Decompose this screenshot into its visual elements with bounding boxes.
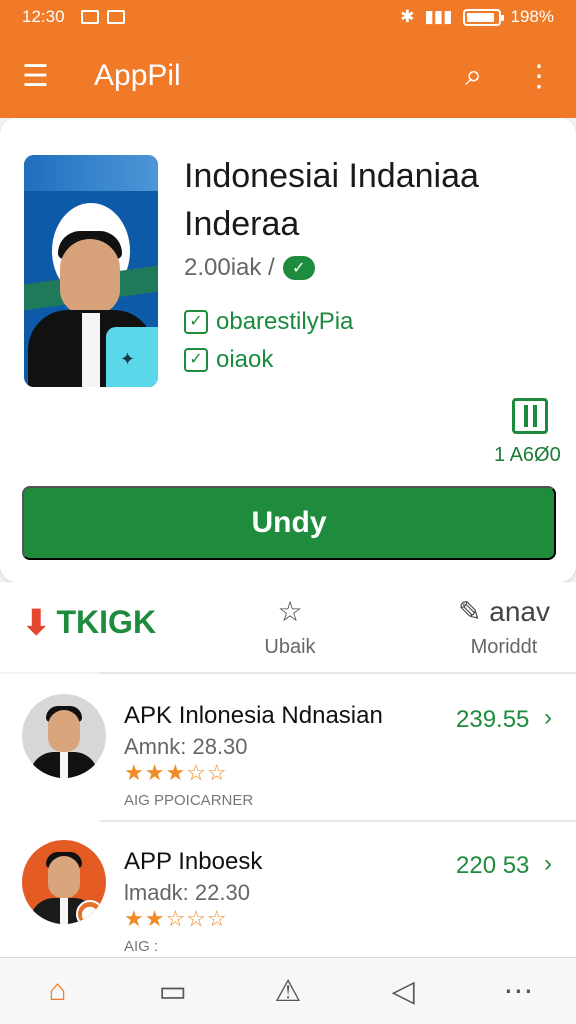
avatar-shirt — [60, 752, 68, 778]
download-size-value: 1 A6Ø0 — [494, 444, 561, 466]
list-item[interactable]: ⬤ APP Inboesk lmadk: 22.30 ★★☆☆☆ AIG : 2… — [0, 820, 576, 960]
list-item-price: 239.55 — [456, 706, 530, 733]
app-icon-shirt — [82, 313, 100, 387]
list-item-name: APP Inboesk — [124, 848, 263, 875]
stat-ubaik[interactable]: ☆ Ubaik — [240, 598, 340, 659]
list-item-subtitle: Amnk: 28.30 — [124, 734, 248, 759]
battery-percent: 198% — [510, 7, 554, 26]
app-icon-face — [60, 239, 120, 314]
list-item-small: AIG PPOICARNER — [124, 792, 254, 809]
download-size-icon — [512, 398, 548, 434]
status-bar: 12:30 ✱ ▮▮▮ 198% — [0, 0, 576, 34]
alert-icon[interactable]: ⚠ — [250, 971, 326, 1011]
status-time: 12:30 — [22, 7, 65, 26]
list-item-name: APK Inlonesia Ndnasian — [124, 702, 383, 729]
app-title: AppPil — [94, 59, 181, 92]
feature-1: ✓ obarestilyPia — [184, 308, 353, 336]
battery-fill — [466, 12, 494, 22]
signal-icon: ▮▮▮ — [424, 7, 453, 26]
install-button[interactable]: Undy — [22, 486, 556, 560]
avatar-face — [48, 710, 80, 752]
more-vert-icon[interactable]: ⋮ — [524, 59, 554, 94]
back-icon[interactable]: ◁ — [365, 971, 441, 1011]
chevron-right-icon[interactable]: › — [544, 850, 552, 878]
app-meta-text: 2.00iak / — [184, 254, 275, 281]
rating-stars: ★★★☆☆ — [124, 760, 228, 785]
battery-icon — [462, 8, 504, 26]
brand-label: ⬇ TKIGK — [22, 604, 156, 641]
avatar: ⬤ — [22, 840, 106, 924]
verified-badge: ✓ — [282, 256, 315, 280]
feature-2: ✓ oiaok — [184, 346, 273, 374]
feature-1-text: obarestilyPia — [216, 308, 354, 335]
stat-moriddt[interactable]: ✎ anav Moriddt — [454, 598, 554, 659]
check-icon: ✓ — [184, 348, 208, 372]
bottom-nav: ⌂ ▭ ⚠ ◁ ⋯ — [0, 957, 576, 1024]
download-arrow-icon: ⬇ — [22, 603, 51, 642]
bluetooth-icon: ✱ — [400, 7, 415, 26]
more-icon[interactable]: ⋯ — [480, 971, 556, 1011]
check-icon: ✓ — [184, 310, 208, 334]
app-icon-splash — [24, 155, 158, 191]
star-icon: ☆ — [277, 596, 303, 627]
list-item[interactable]: APK Inlonesia Ndnasian Amnk: 28.30 ★★★☆☆… — [0, 674, 576, 814]
list-divider — [100, 820, 576, 822]
rating-stars: ★★☆☆☆ — [124, 906, 228, 931]
anav-label: anav — [489, 596, 550, 627]
avatar-face — [48, 856, 80, 898]
avatar-shirt — [60, 898, 68, 924]
app-list: APK Inlonesia Ndnasian Amnk: 28.30 ★★★☆☆… — [0, 674, 576, 957]
app-icon-badge: ✦ — [106, 327, 158, 387]
list-item-small: AIG : — [124, 938, 159, 955]
avatar — [22, 694, 106, 778]
stat-moriddt-label: Moriddt — [470, 636, 538, 658]
home-icon[interactable]: ⌂ — [20, 971, 96, 1011]
app-actions: ⌕ ⋮ — [465, 59, 554, 94]
chevron-right-icon[interactable]: › — [544, 704, 552, 732]
status-right: ✱ ▮▮▮ 198% — [400, 7, 554, 27]
app-card: ✦ Indonesiai Indaniaa Inderaa 2.00iak / … — [0, 118, 576, 582]
app-bar: ☰ AppPil ⌕ ⋮ — [0, 34, 576, 118]
brand-text: TKIGK — [56, 604, 157, 640]
badge-icon: ✦ — [120, 349, 136, 369]
menu-icon[interactable]: ☰ — [22, 59, 62, 94]
square-icon[interactable]: ▭ — [135, 971, 211, 1011]
list-item-subtitle: lmadk: 22.30 — [124, 880, 250, 905]
search-icon[interactable]: ⌕ — [465, 59, 482, 93]
app-name: Indonesiai Indaniaa Inderaa — [184, 157, 479, 243]
edit-icon: ✎ anav — [458, 596, 550, 627]
app-meta: 2.00iak / ✓ — [184, 254, 315, 282]
stats-bar: ⬇ TKIGK ☆ Ubaik ✎ anav Moriddt — [0, 582, 576, 672]
stat-ubaik-label: Ubaik — [264, 636, 316, 658]
app-icon: ✦ — [24, 155, 158, 387]
status-icon-mail — [80, 10, 99, 24]
avatar-badge-icon: ⬤ — [76, 900, 104, 924]
status-icon-photo — [106, 10, 125, 24]
feature-2-text: oiaok — [216, 346, 274, 373]
list-item-price: 220 53 — [456, 852, 530, 879]
